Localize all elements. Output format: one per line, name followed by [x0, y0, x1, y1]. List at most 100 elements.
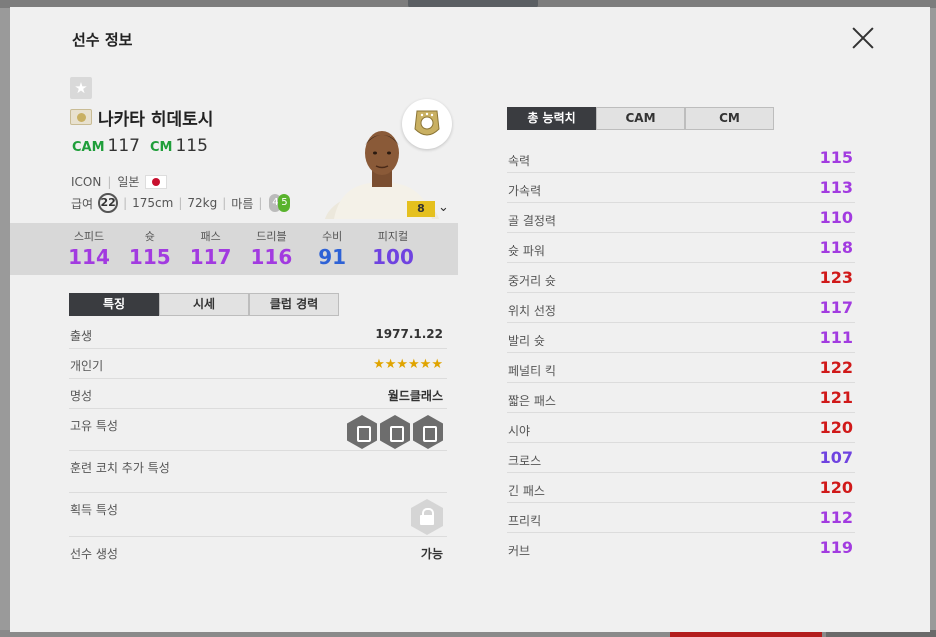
icon-emblem-icon — [402, 99, 452, 149]
attribute-row: 중거리 슛 123 — [507, 263, 855, 293]
attribute-row: 페널티 킥 122 — [507, 353, 855, 383]
attribute-value: 115 — [819, 148, 853, 167]
info-tabs: 특징 시세 클럽 경력 — [69, 293, 339, 316]
trait-finesse-icon[interactable] — [380, 415, 410, 449]
lock-icon — [411, 499, 443, 535]
info-value: 가능 — [420, 547, 443, 561]
attribute-tabs: 총 능력치 CAM CM — [507, 107, 774, 130]
main-stat: 피지컬 100 — [368, 223, 418, 275]
japan-flag-icon — [145, 174, 168, 189]
attribute-label: 긴 패스 — [508, 484, 545, 498]
main-stat: 스피드 114 — [64, 223, 114, 275]
position-item: CAM 117 — [72, 136, 140, 156]
modal-title: 선수 정보 — [72, 31, 133, 49]
divider: | — [107, 174, 112, 189]
stat-label: 스피드 — [73, 230, 105, 243]
info-row-birth: 출생 1977.1.22 — [69, 319, 447, 349]
position-item: CM 115 — [150, 136, 208, 156]
attribute-value: 110 — [819, 208, 853, 227]
stat-value: 114 — [68, 245, 110, 269]
attribute-row: 가속력 113 — [507, 173, 855, 203]
attribute-value: 123 — [819, 268, 853, 287]
info-row-reputation: 명성 월드클래스 — [69, 379, 447, 409]
attribute-value: 112 — [819, 508, 853, 527]
chevron-down-icon[interactable]: ⌄ — [438, 200, 449, 215]
attribute-value: 120 — [819, 478, 853, 497]
info-label: 명성 — [70, 389, 93, 403]
trait-info-list: 출생 1977.1.22 개인기 ★★★★★★ 명성 월드클래스 고유 특성 훈… — [69, 319, 447, 567]
attribute-row: 골 결정력 110 — [507, 203, 855, 233]
attribute-label: 골 결정력 — [508, 214, 556, 228]
attribute-value: 113 — [819, 178, 853, 197]
attribute-label: 크로스 — [508, 454, 542, 468]
info-label: 선수 생성 — [70, 547, 118, 561]
tab-cam[interactable]: CAM — [596, 107, 685, 130]
attribute-row: 짧은 패스 121 — [507, 383, 855, 413]
attribute-label: 속력 — [508, 154, 531, 168]
close-icon[interactable] — [848, 23, 878, 53]
attribute-row: 시야 120 — [507, 413, 855, 443]
attribute-row: 발리 슛 111 — [507, 323, 855, 353]
attribute-row: 긴 패스 120 — [507, 473, 855, 503]
info-value: 월드클래스 — [387, 389, 443, 403]
attribute-label: 중거리 슛 — [508, 274, 556, 288]
attribute-list: 속력 115 가속력 113 골 결정력 110 슛 파워 118 중거리 슛 123 위치 선정 1… — [507, 143, 855, 563]
info-label: 개인기 — [70, 359, 104, 373]
main-stats-bar: 스피드 114 슛 115 패스 117 드리블 116 수비 91 피지컬 100 — [10, 223, 458, 275]
info-row-unique-traits: 고유 특성 — [69, 409, 447, 451]
divider: | — [222, 196, 227, 210]
tab-cm[interactable]: CM — [685, 107, 774, 130]
weak-foot-indicator: 45 — [267, 194, 291, 212]
player-meta-body: 급여 22 | 175cm | 72kg | 마름 | 45 — [71, 193, 291, 213]
attribute-row: 프리킥 112 — [507, 503, 855, 533]
right-foot-value: 5 — [278, 194, 291, 212]
attribute-value: 118 — [819, 238, 853, 257]
stat-value: 117 — [189, 245, 232, 269]
trait-icons — [347, 415, 443, 449]
season-label: ICON — [71, 174, 102, 189]
attribute-value: 122 — [819, 358, 853, 377]
tab-market-price[interactable]: 시세 — [159, 293, 249, 316]
attribute-value: 111 — [819, 328, 853, 347]
position-code: CAM — [72, 140, 105, 155]
info-row-generate: 선수 생성 가능 — [69, 537, 447, 567]
main-stat: 드리블 116 — [246, 223, 296, 275]
skill-stars: ★★★★★★ — [373, 357, 443, 372]
enhance-level-badge: 8 — [407, 201, 435, 217]
info-value: 1977.1.22 — [375, 327, 443, 341]
attribute-row: 커브 119 — [507, 533, 855, 563]
attribute-label: 슛 파워 — [508, 244, 545, 258]
attribute-row: 위치 선정 117 — [507, 293, 855, 323]
stat-label: 드리블 — [256, 230, 287, 243]
tab-total-attributes[interactable]: 총 능력치 — [507, 107, 596, 130]
attribute-label: 커브 — [508, 544, 531, 558]
info-label: 획득 특성 — [70, 503, 118, 517]
salary-value: 22 — [98, 193, 119, 213]
player-meta-season: ICON | 일본 — [71, 173, 168, 190]
attribute-row: 속력 115 — [507, 143, 855, 173]
attribute-label: 프리킥 — [508, 514, 542, 528]
nation-label: 일본 — [117, 175, 140, 189]
player-info-modal: 선수 정보 ★ 나카타 히데토시 CAM 117 CM 115 ICON | 일본 … — [10, 7, 930, 632]
player-name: 나카타 히데토시 — [98, 110, 214, 130]
position-ovr: 115 — [175, 136, 208, 156]
attribute-value: 120 — [819, 418, 853, 437]
divider: | — [258, 196, 263, 210]
stat-value: 91 — [318, 245, 347, 269]
stat-value: 115 — [128, 245, 171, 269]
trait-long-shot-icon[interactable] — [347, 415, 377, 449]
main-stat: 패스 117 — [186, 223, 236, 275]
info-label: 출생 — [70, 329, 93, 343]
stat-value: 100 — [372, 245, 414, 269]
icon-season-badge-icon — [70, 109, 92, 125]
stat-label: 피지컬 — [377, 230, 409, 243]
favorite-star-icon[interactable]: ★ — [70, 77, 92, 99]
position-code: CM — [150, 140, 173, 155]
tab-club-career[interactable]: 클럽 경력 — [249, 293, 339, 316]
attribute-value: 119 — [819, 538, 853, 557]
trait-playmaker-icon[interactable] — [413, 415, 443, 449]
tab-traits[interactable]: 특징 — [69, 293, 159, 316]
attribute-value: 121 — [819, 388, 853, 407]
salary-label: 급여 — [71, 196, 94, 211]
attribute-row: 슛 파워 118 — [507, 233, 855, 263]
